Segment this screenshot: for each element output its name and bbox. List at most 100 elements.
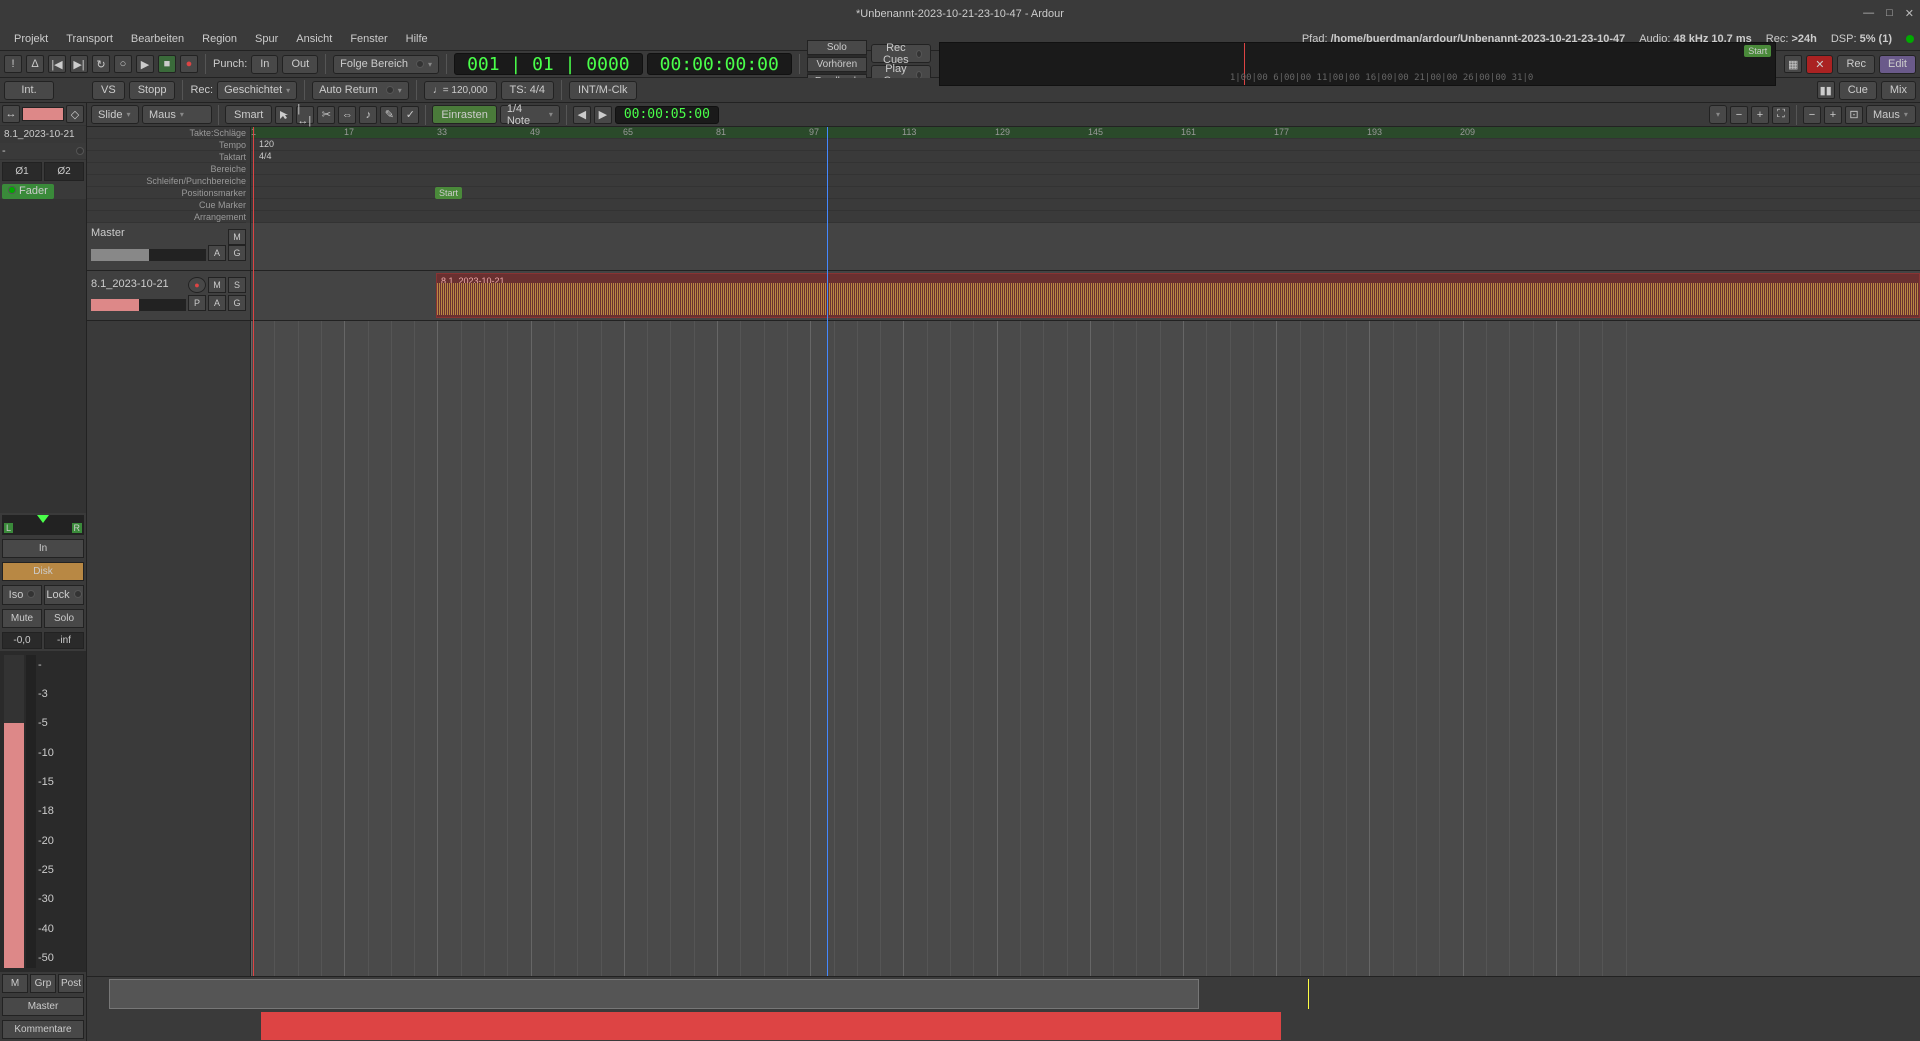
summary-view[interactable]: [87, 976, 1920, 1041]
range-play-icon[interactable]: ○: [114, 55, 132, 73]
loop-icon[interactable]: ↻: [92, 55, 110, 73]
mix-tab-button[interactable]: Mix: [1881, 81, 1916, 100]
ruler-cue-label[interactable]: Cue Marker: [87, 199, 246, 211]
hide-strip-icon[interactable]: ◇: [66, 105, 84, 123]
zoom-in-icon[interactable]: +: [1751, 106, 1769, 124]
rec-mode-dropdown[interactable]: Geschichtet: [217, 81, 297, 100]
nudge-fwd-icon[interactable]: ▶: [594, 106, 612, 124]
ruler-ranges-label[interactable]: Bereiche: [87, 163, 246, 175]
close-icon[interactable]: ✕: [1905, 7, 1914, 20]
audition-indicator[interactable]: Vorhören: [807, 57, 867, 72]
strip-track-name[interactable]: 8.1_2023-10-21: [0, 126, 86, 143]
output-button[interactable]: Master: [2, 997, 84, 1016]
track-auto-button[interactable]: A: [208, 295, 226, 311]
tempo-ruler[interactable]: 120: [251, 139, 1920, 151]
comments-button[interactable]: Kommentare: [2, 1020, 84, 1039]
beats-ruler[interactable]: 1173349658197113129145161177193209: [251, 127, 1920, 139]
audition-tool-icon[interactable]: ♪: [359, 106, 377, 124]
smart-mode-button[interactable]: Smart: [225, 105, 272, 124]
iso-button[interactable]: Iso: [2, 585, 42, 605]
track-playlist-button[interactable]: P: [188, 295, 206, 311]
fader[interactable]: [4, 655, 24, 969]
timesig-ruler[interactable]: 4/4: [251, 151, 1920, 163]
loop-ruler[interactable]: [251, 175, 1920, 187]
arrangement-ruler[interactable]: [251, 211, 1920, 223]
gain-value[interactable]: -0,0: [2, 632, 42, 649]
tempo-display[interactable]: ♩= 120,000: [424, 81, 497, 100]
stop-button[interactable]: Stopp: [129, 81, 176, 100]
lock-button[interactable]: Lock: [44, 585, 84, 605]
markers-ruler[interactable]: Start: [251, 187, 1920, 199]
ruler-arrangement-label[interactable]: Arrangement: [87, 211, 246, 223]
cue-ruler[interactable]: [251, 199, 1920, 211]
zoom-focus-dropdown[interactable]: Maus: [1866, 105, 1916, 124]
grp-button[interactable]: Grp: [30, 974, 56, 993]
audio-track-lane[interactable]: 8.1_2023-10-21: [251, 271, 1920, 321]
nudge-back-icon[interactable]: ◀: [573, 106, 591, 124]
menu-region[interactable]: Region: [194, 29, 245, 49]
grab-tool-icon[interactable]: [275, 106, 293, 124]
record-icon[interactable]: ●: [180, 55, 198, 73]
ruler-loop-label[interactable]: Schleifen/Punchbereiche: [87, 175, 246, 187]
fader-processor[interactable]: Fader: [19, 185, 48, 197]
follow-range-dropdown[interactable]: Folge Bereich: [333, 55, 439, 74]
snap-button[interactable]: Einrasten: [432, 105, 496, 124]
ranges-ruler[interactable]: [251, 163, 1920, 175]
menu-ansicht[interactable]: Ansicht: [288, 29, 340, 49]
track-fit-icon[interactable]: ⊡: [1845, 106, 1863, 124]
rec-tab-button[interactable]: Rec: [1837, 55, 1875, 74]
edit-point-marker[interactable]: [827, 127, 828, 976]
audio-region[interactable]: 8.1_2023-10-21: [436, 273, 1920, 318]
menu-projekt[interactable]: Projekt: [6, 29, 56, 49]
edit-tab-button[interactable]: Edit: [1879, 55, 1916, 74]
secondary-clock[interactable]: 00:00:00:00: [647, 53, 792, 75]
nudge-clock[interactable]: 00:00:05:00: [615, 106, 719, 124]
ruler-beats-label[interactable]: Takte:Schläge: [87, 127, 246, 139]
editor-canvas[interactable]: 1173349658197113129145161177193209 120 4…: [251, 127, 1920, 976]
range-tool-icon[interactable]: |↔|: [296, 106, 314, 124]
track-solo-button[interactable]: S: [228, 277, 246, 293]
rec-cues-button[interactable]: Rec Cues: [871, 44, 931, 63]
script-icon[interactable]: ▦: [1784, 55, 1802, 73]
track-mute-button[interactable]: M: [208, 277, 226, 293]
punch-out-button[interactable]: Out: [282, 55, 318, 74]
sync-button[interactable]: Int.: [4, 81, 54, 100]
master-fader[interactable]: [91, 249, 206, 261]
cue-tab-button[interactable]: Cue: [1839, 81, 1877, 100]
varispeed-button[interactable]: VS: [92, 81, 125, 100]
timesig-display[interactable]: TS: 4/4: [501, 81, 554, 100]
track-color[interactable]: [22, 107, 64, 121]
cut-tool-icon[interactable]: ✂: [317, 106, 335, 124]
minimize-icon[interactable]: —: [1863, 7, 1874, 20]
stop-icon[interactable]: ■: [158, 55, 176, 73]
primary-clock[interactable]: 001 | 01 | 0000: [454, 53, 643, 75]
summary-viewport[interactable]: [109, 979, 1199, 1009]
menu-hilfe[interactable]: Hilfe: [398, 29, 436, 49]
track-fader[interactable]: [91, 299, 186, 311]
phase-1-button[interactable]: Ø1: [2, 162, 42, 181]
track-rec-button[interactable]: ●: [188, 277, 206, 293]
master-auto-button[interactable]: A: [208, 245, 226, 261]
track-shrink-icon[interactable]: −: [1803, 106, 1821, 124]
monitor-disk-button[interactable]: Disk: [2, 562, 84, 581]
punch-in-button[interactable]: In: [251, 55, 278, 74]
master-mute-button[interactable]: M: [228, 229, 246, 245]
goto-end-icon[interactable]: ▶|: [70, 55, 88, 73]
play-icon[interactable]: ▶: [136, 55, 154, 73]
midi-panic-icon[interactable]: !: [4, 55, 22, 73]
solo-indicator[interactable]: Solo: [807, 40, 867, 55]
monitor-icon[interactable]: ▮▮: [1817, 81, 1835, 99]
zoom-out-icon[interactable]: −: [1730, 106, 1748, 124]
menu-spur[interactable]: Spur: [247, 29, 286, 49]
goto-start-icon[interactable]: |◀: [48, 55, 66, 73]
snap-unit-dropdown[interactable]: 1/4 Note: [500, 105, 560, 124]
edit-tool-icon[interactable]: ✓: [401, 106, 419, 124]
track-expand-icon[interactable]: +: [1824, 106, 1842, 124]
master-track-header[interactable]: Master M A G: [87, 223, 250, 271]
auto-return-dropdown[interactable]: Auto Return: [312, 81, 409, 100]
ruler-tempo-label[interactable]: Tempo: [87, 139, 246, 151]
monitor-in-button[interactable]: In: [2, 539, 84, 558]
peak-value[interactable]: -inf: [44, 632, 84, 649]
mini-timeline[interactable]: 1|00|00 6|00|00 11|00|00 16|00|00 21|00|…: [939, 42, 1776, 86]
maximize-icon[interactable]: □: [1886, 7, 1893, 20]
